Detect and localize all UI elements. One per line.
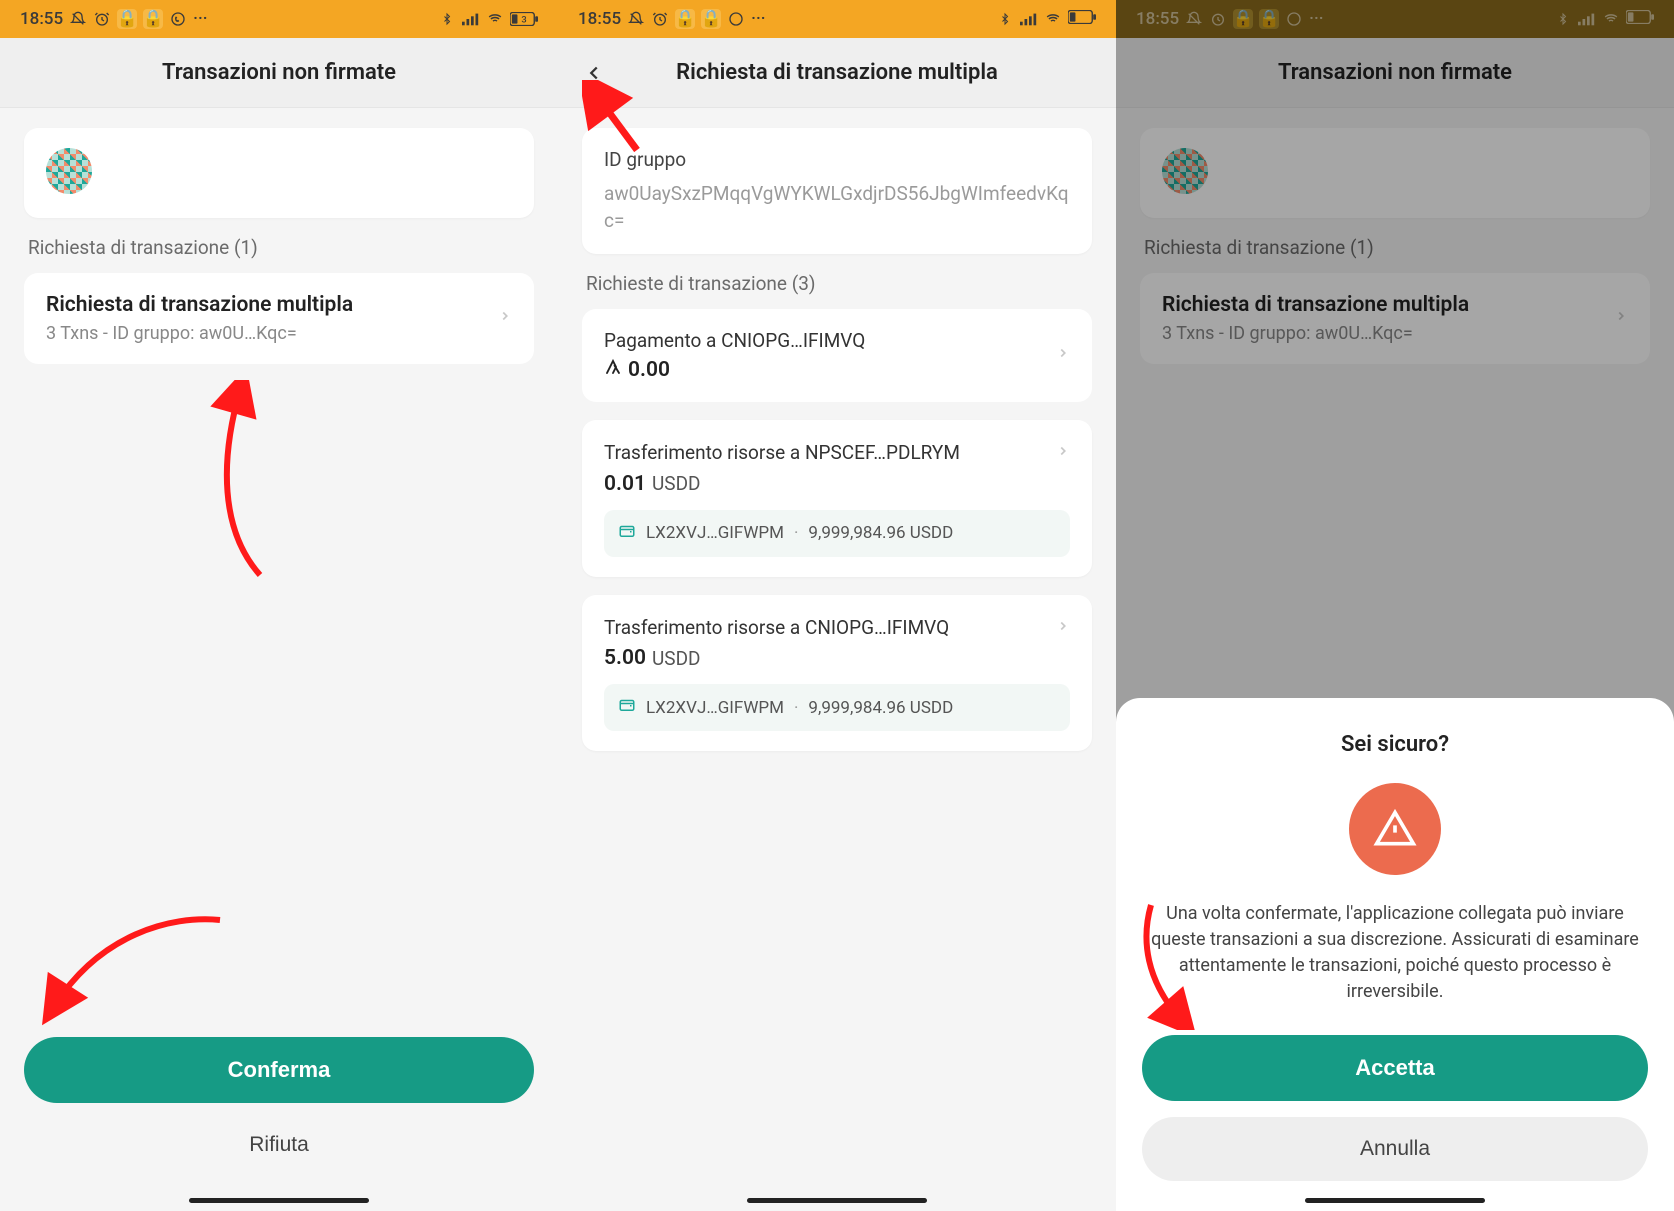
more-icon: ··· [751,9,765,29]
bluetooth-icon [438,10,456,28]
tx-title: Pagamento a CNIOPG…IFIMVQ [604,329,1056,352]
home-indicator[interactable] [189,1198,369,1203]
wallet-address: LX2XVJ…GIFWPM [646,523,784,543]
tx-title: Trasferimento risorse a CNIOPG…IFIMVQ [604,615,1056,641]
status-bar: 18:55 🔒 🔒 ··· [558,0,1116,38]
chevron-left-icon [583,62,605,84]
wifi-icon [486,10,504,28]
status-bar: 18:55 🔒 🔒 ··· 3 [0,0,558,38]
tx-item-asset-transfer-1[interactable]: Trasferimento risorse a NPSCEF…PDLRYM 0.… [582,420,1092,577]
avatar [46,148,92,194]
dnd-icon [69,10,87,28]
bluetooth-icon [996,10,1014,28]
item-title: Richiesta di transazione multipla [46,293,498,317]
wallet-balance-row: LX2XVJ…GIFWPM · 9,999,984.96 USDD [604,684,1070,731]
phone-screen-3: 18:55 🔒 🔒 ··· Transazioni non firmate Ri… [1116,0,1674,1211]
tx-currency: USDD [652,647,701,670]
wallet-balance: 9,999,984.96 USDD [808,698,953,718]
page-title: Transazioni non firmate [162,60,396,85]
wifi-icon [1044,10,1062,28]
signal-icon [1020,10,1038,28]
account-card [24,128,534,218]
warning-icon [1349,783,1441,875]
alarm-icon [93,10,111,28]
chevron-right-icon [498,305,512,333]
back-button[interactable] [574,53,614,93]
reject-button[interactable]: Rifiuta [24,1119,534,1171]
tx-item-asset-transfer-2[interactable]: Trasferimento risorse a CNIOPG…IFIMVQ 5.… [582,595,1092,752]
dnd-icon [627,10,645,28]
clock: 18:55 [20,9,63,29]
home-indicator[interactable] [747,1198,927,1203]
wallet-address: LX2XVJ…GIFWPM [646,698,784,718]
battery-icon: 3 [510,12,538,26]
tx-title: Trasferimento risorse a NPSCEF…PDLRYM [604,440,1056,466]
tx-currency: USDD [652,472,701,495]
accept-button[interactable]: Accetta [1142,1035,1648,1101]
whatsapp-icon [169,10,187,28]
cancel-button[interactable]: Annulla [1142,1117,1648,1181]
group-id-value: aw0UaySxzPMqqVgWYKWLGxdjrDS56JbgWImfeedv… [604,181,1070,234]
more-icon: ··· [193,9,207,29]
alarm-icon [651,10,669,28]
battery-icon [1068,9,1096,29]
dialog-body: Una volta confermate, l'applicazione col… [1142,901,1648,1005]
wallet-balance: 9,999,984.96 USDD [808,523,953,543]
phone-screen-2: 18:55 🔒 🔒 ··· Richiesta di transazione m… [558,0,1116,1211]
transaction-request-item[interactable]: Richiesta di transazione multipla 3 Txns… [24,273,534,364]
algo-icon [604,358,622,382]
item-subtitle: 3 Txns - ID gruppo: aw0U…Kqc= [46,323,498,344]
tx-amount: 0.01 [604,472,646,496]
lock-pill-icon-2: 🔒 [701,9,721,29]
group-id-label: ID gruppo [604,148,1070,171]
section-label: Richieste di transazione (3) [586,272,1092,295]
tx-item-payment[interactable]: Pagamento a CNIOPG…IFIMVQ 0.00 [582,309,1092,402]
lock-pill-icon-2: 🔒 [143,9,163,29]
group-id-card: ID gruppo aw0UaySxzPMqqVgWYKWLGxdjrDS56J… [582,128,1092,254]
whatsapp-icon [727,10,745,28]
signal-icon [462,10,480,28]
page-title: Richiesta di transazione multipla [676,60,998,85]
lock-pill-icon: 🔒 [675,9,695,29]
dot-separator: · [794,523,798,543]
home-indicator[interactable] [1305,1198,1485,1203]
wallet-icon [618,522,636,545]
app-bar: Richiesta di transazione multipla [558,38,1116,108]
confirm-button[interactable]: Conferma [24,1037,534,1103]
dialog-title: Sei sicuro? [1142,732,1648,757]
dot-separator: · [794,698,798,718]
confirm-dialog: Sei sicuro? Una volta confermate, l'appl… [1116,698,1674,1211]
phone-screen-1: 18:55 🔒 🔒 ··· 3 [0,0,558,1211]
lock-pill-icon: 🔒 [117,9,137,29]
clock: 18:55 [578,9,621,29]
wallet-icon [618,696,636,719]
wallet-balance-row: LX2XVJ…GIFWPM · 9,999,984.96 USDD [604,510,1070,557]
chevron-right-icon [1056,615,1070,643]
section-label: Richiesta di transazione (1) [28,236,534,259]
svg-text:3: 3 [521,15,526,26]
tx-amount: 0.00 [628,358,670,382]
tx-amount: 5.00 [604,646,646,670]
chevron-right-icon [1056,440,1070,468]
app-bar: Transazioni non firmate [0,38,558,108]
chevron-right-icon [1056,342,1070,370]
